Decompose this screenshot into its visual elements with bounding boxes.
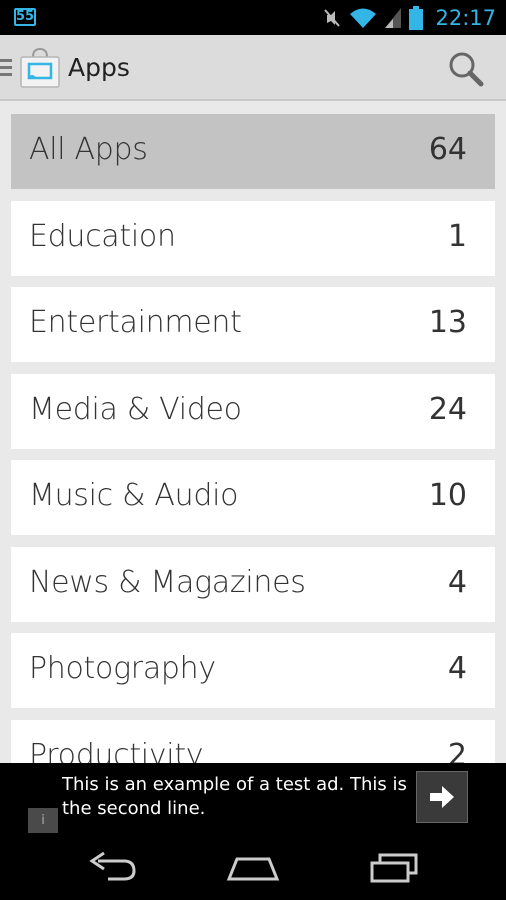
category-label: News & Magazines	[29, 565, 306, 600]
ad-info-icon[interactable]: i	[28, 808, 58, 833]
category-label: Music & Audio	[29, 478, 239, 513]
wifi-icon	[350, 8, 377, 28]
category-item-entertainment[interactable]: Entertainment 13	[11, 287, 495, 362]
status-bar: 55 22:17	[0, 0, 506, 35]
category-label: Productivity	[29, 738, 204, 763]
ad-banner[interactable]: i This is an example of a test ad. This …	[28, 763, 478, 833]
home-icon[interactable]	[225, 849, 281, 885]
back-icon[interactable]	[84, 849, 140, 885]
category-item-music-audio[interactable]: Music & Audio 10	[11, 460, 495, 535]
category-count: 64	[428, 132, 467, 167]
mute-icon	[324, 9, 341, 27]
category-item-productivity[interactable]: Productivity 2	[11, 720, 495, 763]
notification-badge: 55	[14, 8, 36, 26]
category-count: 13	[428, 305, 467, 340]
category-count: 2	[447, 738, 467, 763]
category-count: 4	[447, 651, 467, 686]
ad-action-button[interactable]	[416, 771, 468, 823]
category-label: All Apps	[29, 132, 148, 167]
status-icons: 22:17	[321, 4, 496, 32]
category-label: Media & Video	[29, 392, 242, 427]
category-label: Entertainment	[29, 305, 242, 340]
category-count: 10	[428, 478, 467, 513]
category-item-photography[interactable]: Photography 4	[11, 633, 495, 708]
category-label: Photography	[29, 651, 216, 686]
page-title: Apps	[68, 53, 130, 82]
drawer-indicator-icon[interactable]	[0, 59, 12, 77]
category-count: 1	[447, 219, 467, 254]
category-label: Education	[29, 219, 176, 254]
battery-icon	[409, 6, 424, 30]
signal-icon	[385, 8, 402, 28]
category-list[interactable]: All Apps 64 Education 1 Entertainment 13…	[0, 101, 506, 763]
category-count: 24	[428, 392, 467, 427]
category-item-all-apps[interactable]: All Apps 64	[11, 114, 495, 189]
search-icon[interactable]	[446, 49, 486, 89]
category-item-news-magazines[interactable]: News & Magazines 4	[11, 547, 495, 622]
category-count: 4	[447, 565, 467, 600]
category-item-media-video[interactable]: Media & Video 24	[11, 374, 495, 449]
arrow-right-icon	[430, 786, 454, 808]
action-bar: Apps	[0, 35, 506, 101]
ad-text[interactable]: This is an example of a test ad. This is…	[62, 773, 412, 821]
clock: 22:17	[435, 6, 496, 30]
recent-apps-icon[interactable]	[366, 849, 422, 885]
app-store-icon[interactable]	[19, 47, 61, 89]
category-item-education[interactable]: Education 1	[11, 201, 495, 276]
navigation-bar	[0, 833, 506, 900]
